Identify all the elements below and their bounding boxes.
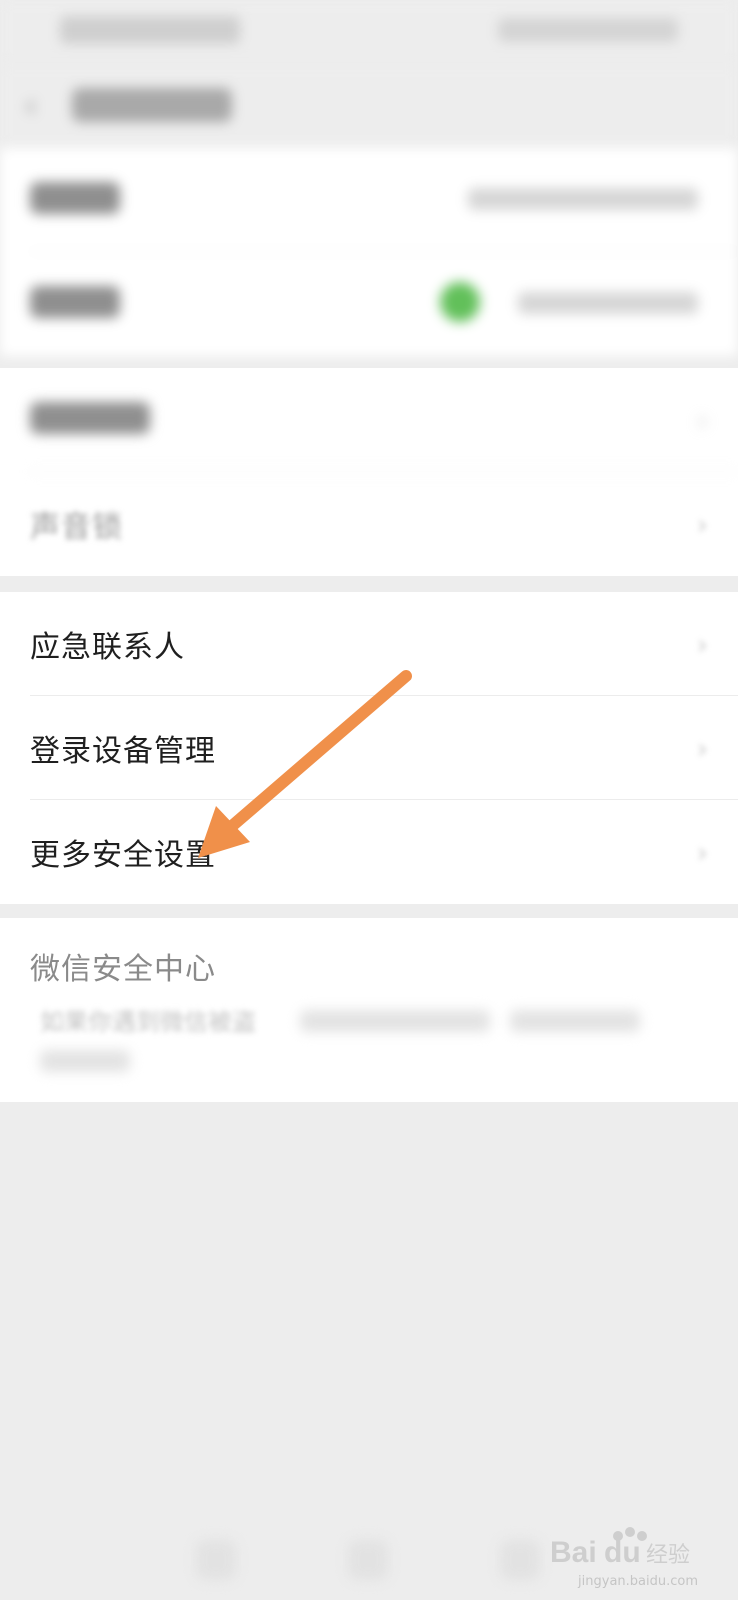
chevron-right-icon: › (696, 836, 708, 869)
more-security-label: 更多安全设置 (30, 838, 216, 873)
status-time (60, 16, 240, 44)
voice-lock-label: 声音锁 (30, 510, 123, 545)
nav-bar: ‹ (0, 64, 738, 148)
back-arrow-icon[interactable]: ‹ (24, 86, 38, 126)
device-manager-row[interactable]: 登录设备管理 › (0, 696, 738, 800)
row-value-placeholder (468, 188, 698, 210)
lock-row-1[interactable]: › (0, 368, 738, 472)
security-center-description: 如果你遇到微信被盗 (40, 1008, 256, 1036)
voice-lock-row[interactable]: 声音锁 › (0, 472, 738, 576)
description-placeholder (300, 1010, 490, 1032)
emergency-contact-row[interactable]: 应急联系人 › (0, 592, 738, 696)
watermark-url: jingyan.baidu.com (578, 1574, 698, 1589)
security-group: 应急联系人 › 登录设备管理 › 更多安全设置 › (0, 592, 738, 904)
tab-icon (196, 1540, 236, 1580)
security-center-card[interactable]: 微信安全中心 如果你遇到微信被盗 (0, 918, 738, 1102)
green-status-icon (440, 282, 480, 322)
account-row-1[interactable] (0, 148, 738, 252)
baidu-logo-icon: Bai du 经验 (550, 1527, 690, 1569)
chevron-right-icon: › (696, 404, 708, 437)
lock-group: › 声音锁 › (0, 368, 738, 576)
page-title (72, 88, 232, 122)
account-row-2[interactable] (0, 252, 738, 356)
device-manager-label: 登录设备管理 (30, 734, 216, 769)
row-label-placeholder (30, 286, 120, 318)
row-label-placeholder (30, 182, 120, 214)
row-value-placeholder (518, 292, 698, 314)
svg-text:经验: 经验 (646, 1543, 690, 1568)
chevron-right-icon: › (696, 732, 708, 765)
security-center-title: 微信安全中心 (30, 952, 216, 987)
tab-icon (348, 1540, 388, 1580)
status-icons (498, 18, 678, 42)
description-placeholder (40, 1050, 130, 1072)
more-security-row[interactable]: 更多安全设置 › (0, 800, 738, 904)
chevron-right-icon: › (696, 508, 708, 541)
emergency-contact-label: 应急联系人 (30, 630, 185, 665)
description-placeholder (510, 1010, 640, 1032)
account-group (0, 148, 738, 356)
tab-icon (500, 1540, 540, 1580)
status-bar (0, 0, 738, 64)
row-label-placeholder (30, 402, 150, 434)
svg-text:du: du (604, 1536, 641, 1569)
svg-text:Bai: Bai (550, 1536, 597, 1569)
chevron-right-icon: › (696, 628, 708, 661)
